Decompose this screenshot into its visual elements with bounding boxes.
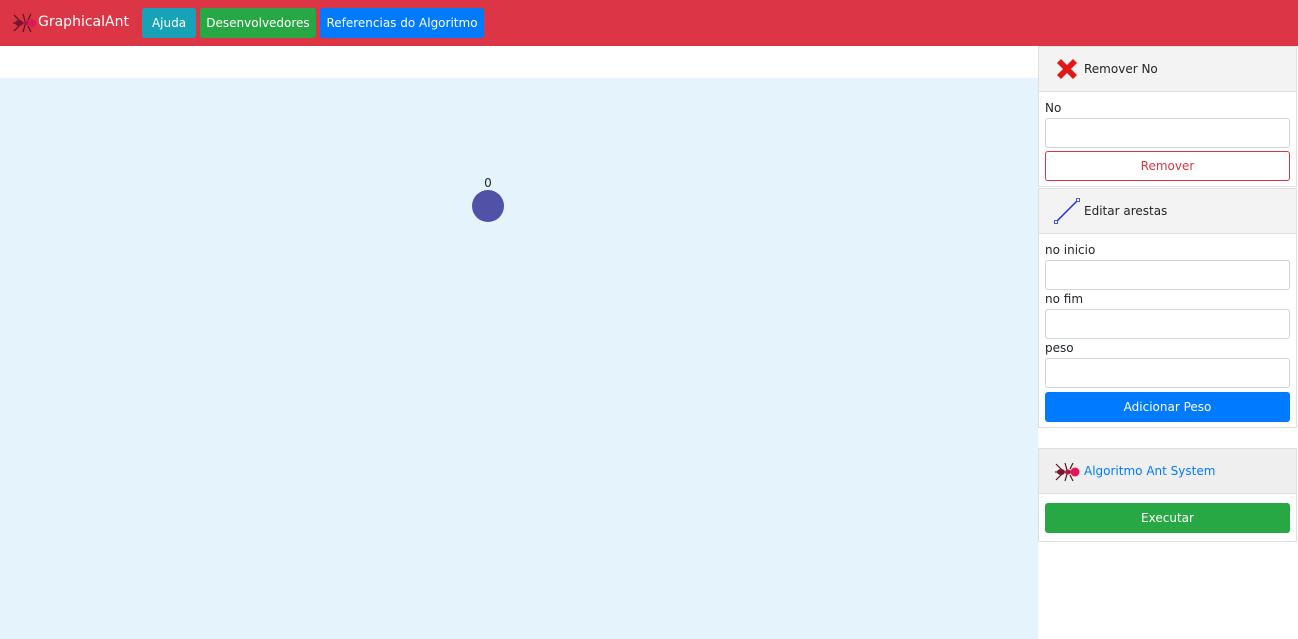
add-weight-button[interactable]: Adicionar Peso xyxy=(1045,392,1290,422)
references-button[interactable]: Referencias do Algoritmo xyxy=(320,8,484,38)
navbar: GraphicalAnt Ajuda Desenvolvedores Refer… xyxy=(0,0,1298,46)
node-label: 0 xyxy=(484,176,492,190)
remove-node-card: Remover No No Remover xyxy=(1038,46,1297,187)
remove-node-title: Remover No xyxy=(1084,62,1158,76)
node-field-label: No xyxy=(1045,101,1062,115)
ant-system-title[interactable]: Algoritmo Ant System xyxy=(1084,464,1215,478)
weight-label: peso xyxy=(1045,341,1074,355)
node-input[interactable] xyxy=(1045,118,1290,148)
end-node-input[interactable] xyxy=(1045,309,1290,339)
graph-canvas[interactable] xyxy=(0,78,1038,639)
edit-edges-title: Editar arestas xyxy=(1084,204,1168,218)
edit-edges-card: Editar arestas no inicio no fim peso Adi… xyxy=(1038,188,1297,428)
edit-edges-header: Editar arestas xyxy=(1039,189,1296,234)
remove-button[interactable]: Remover xyxy=(1045,151,1290,181)
ant-icon xyxy=(1055,462,1080,482)
remove-node-header: Remover No xyxy=(1039,47,1296,92)
ant-system-card: Algoritmo Ant System Executar xyxy=(1038,448,1297,542)
brand-name: GraphicalAnt xyxy=(38,14,129,30)
ant-system-header: Algoritmo Ant System xyxy=(1039,449,1296,494)
help-button[interactable]: Ajuda xyxy=(142,8,196,38)
line-icon xyxy=(1054,198,1080,224)
execute-button[interactable]: Executar xyxy=(1045,503,1290,533)
end-node-label: no fim xyxy=(1045,292,1084,306)
red-x-icon xyxy=(1057,59,1077,79)
ant-icon xyxy=(13,13,36,33)
control-panel: Remover No No Remover Editar arestas no … xyxy=(1038,46,1298,639)
developers-button[interactable]: Desenvolvedores xyxy=(200,8,316,38)
start-node-input[interactable] xyxy=(1045,260,1290,290)
graph-node[interactable] xyxy=(472,190,504,222)
start-node-label: no inicio xyxy=(1045,243,1096,257)
brand[interactable]: GraphicalAnt xyxy=(11,11,129,33)
weight-input[interactable] xyxy=(1045,358,1290,388)
